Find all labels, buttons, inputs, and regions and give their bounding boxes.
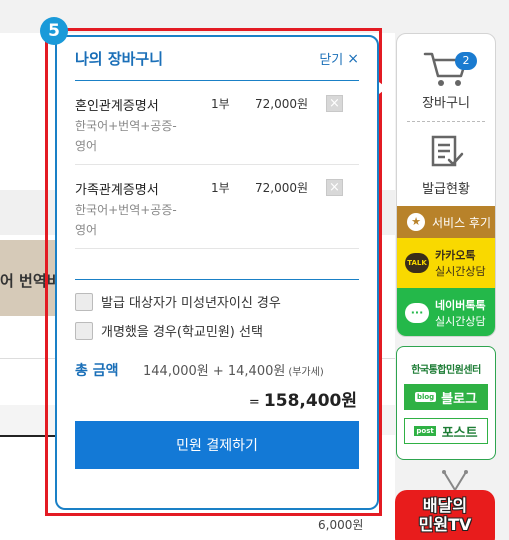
total-calculation: 144,000원 + 14,400원 [143,364,286,379]
post-label: 포스트 [441,425,478,441]
options-divider [75,279,359,280]
background-price: 6,000원 [318,518,364,532]
cart-menu-label: 장바구니 [422,96,470,111]
delete-item-button[interactable]: × [326,95,343,112]
kakao-subtitle: 실시간상담 [435,265,486,278]
total-label: 총 금액 [75,363,119,379]
item-price: 72,000원 [255,181,309,195]
center-title: 한국통합민원센터 [411,365,481,376]
rename-option-checkbox[interactable]: 개명했을 경우(학교민원) 선택 [75,321,359,340]
popup-pointer [379,82,387,94]
quick-menu-review[interactable]: ★ 서비스 후기 [397,206,495,238]
pay-button[interactable]: 민원 결제하기 [75,421,359,469]
naver-subtitle: 실시간상담 [435,315,486,328]
issue-status-label: 발급현황 [422,182,470,197]
total-equals: = [248,395,260,410]
document-check-icon [431,135,464,167]
tv-antenna-icon [442,470,468,491]
minor-option-checkbox[interactable]: 발급 대상자가 미성년자이신 경우 [75,292,359,311]
cart-popup: 나의 장바구니 닫기 × 혼인관계증명서 한국어+번역+공증-영어 1부 72,… [55,35,379,510]
item-quantity: 1부 [211,181,230,195]
total-row: 총 금액 144,000원 + 14,400원 (부가세) [75,360,359,380]
blog-icon: blog [414,392,437,402]
review-label: 서비스 후기 [432,215,492,230]
close-button[interactable]: 닫기 × [319,49,359,69]
kakao-text: 카카오톡 실시간상담 [435,247,486,279]
blog-button[interactable]: blog 블로그 [404,384,488,410]
blog-label: 블로그 [441,391,478,407]
post-icon: post [414,426,436,436]
quick-menu-kakao[interactable]: TALK 카카오톡 실시간상담 [397,238,495,288]
checkbox-box[interactable] [75,321,93,340]
cart-title: 나의 장바구니 [75,50,164,68]
cart-item: 혼인관계증명서 한국어+번역+공증-영어 1부 72,000원 × [75,81,359,165]
kakao-title: 카카오톡 [435,249,476,262]
rename-option-label: 개명했을 경우(학교민원) 선택 [101,325,263,340]
naver-text: 네이버톡톡 실시간상담 [435,297,486,329]
star-icon: ★ [407,213,425,231]
step-badge: 5 [40,17,68,45]
quick-menu-issue-status[interactable]: 발급현황 [397,122,495,206]
naver-talk-icon: ··· [405,303,429,323]
delete-item-button[interactable]: × [326,179,343,196]
minor-option-label: 발급 대상자가 미성년자이신 경우 [101,296,281,311]
total-final: = 158,400원 [75,386,359,411]
kakao-talk-icon: TALK [405,253,429,273]
item-price: 72,000원 [255,97,309,111]
total-amount: 158,400원 [263,391,357,411]
close-icon: × [347,50,359,67]
checkbox-box[interactable] [75,292,93,311]
tv-banner-text: 배달의 민원TV [418,496,472,534]
quick-menu-cart[interactable]: 2 장바구니 [407,34,485,122]
cart-header: 나의 장바구니 닫기 × [75,37,359,81]
center-links: 한국통합민원센터 blog 블로그 post 포스트 [396,346,496,460]
post-button[interactable]: post 포스트 [404,418,488,444]
delivery-tv-banner[interactable]: 배달의 민원TV [395,490,495,540]
close-label: 닫기 [319,53,344,68]
vat-label: (부가세) [288,367,324,378]
item-quantity: 1부 [211,97,230,111]
quick-menu: 2 장바구니 발급현황 ★ 서비스 후기 TALK 카카오톡 실시간상담 ···… [396,33,496,337]
cart-item: 가족관계증명서 한국어+번역+공증-영어 1부 72,000원 × [75,165,359,249]
cart-count-badge: 2 [455,52,477,70]
item-description: 한국어+번역+공증-영어 [75,119,177,153]
quick-menu-naver[interactable]: ··· 네이버톡톡 실시간상담 [397,288,495,336]
item-description: 한국어+번역+공증-영어 [75,203,177,237]
naver-title: 네이버톡톡 [435,299,486,312]
